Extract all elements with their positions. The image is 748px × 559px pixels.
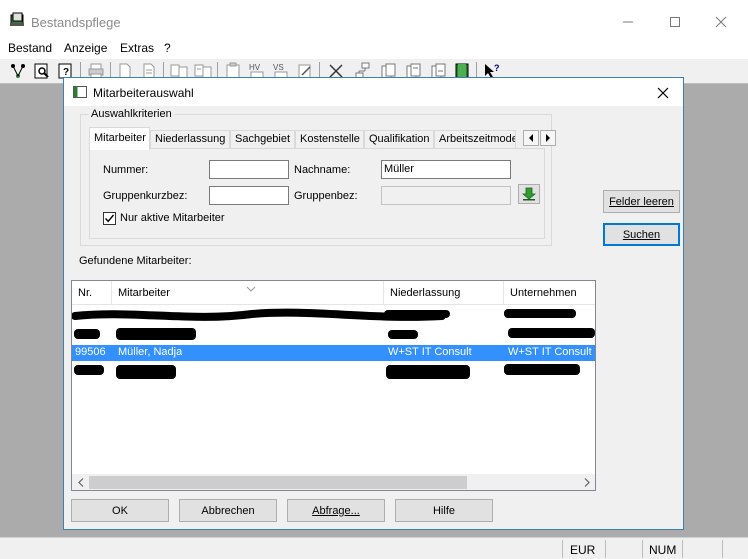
menubar: Bestand Anzeige Extras ? <box>0 37 748 59</box>
tab-niederlassung[interactable]: Niederlassung <box>150 130 230 149</box>
list-header: Nr. Mitarbeiter Niederlassung Unternehme… <box>72 281 595 305</box>
status-divider <box>605 540 606 558</box>
maximize-button[interactable] <box>652 8 698 36</box>
redaction-block <box>504 364 580 375</box>
download-arrow-icon <box>522 187 536 201</box>
search-label: Suchen <box>622 228 661 241</box>
query-button[interactable]: Abfrage... <box>287 499 385 522</box>
clear-fields-label: Felder leeren <box>609 195 674 208</box>
app-title: Bestandspflege <box>31 15 121 30</box>
tab-scroll-right-icon[interactable] <box>540 130 556 146</box>
search-button[interactable]: Suchen <box>603 223 680 246</box>
employee-list[interactable]: Nr. Mitarbeiter Niederlassung Unternehme… <box>71 280 596 491</box>
group-title: Auswahlkriterien <box>89 108 174 120</box>
tab-sachgebiet[interactable]: Sachgebiet <box>230 130 295 149</box>
gruppenbez-input <box>381 186 511 205</box>
tab-panel-mitarbeiter: Nummer: Nachname: Müller Gruppenkurzbez:… <box>89 148 545 239</box>
found-employees-label: Gefundene Mitarbeiter: <box>79 255 192 267</box>
query-label: Abfrage... <box>312 504 360 517</box>
app-icon <box>9 12 25 28</box>
dialog-close-icon[interactable] <box>652 83 674 103</box>
ok-button[interactable]: OK <box>71 499 169 522</box>
active-only-label: Nur aktive Mitarbeiter <box>120 212 225 224</box>
svg-text:?: ? <box>494 63 500 73</box>
cell-unternehmen: W+ST IT Consult <box>508 346 592 358</box>
nummer-input[interactable] <box>209 160 289 179</box>
redaction-block <box>116 328 196 340</box>
checkmark-icon <box>104 214 115 223</box>
employee-selection-dialog: Mitarbeiterauswahl Auswahlkriterien Mita… <box>63 77 684 530</box>
column-header-nr[interactable]: Nr. <box>72 281 112 305</box>
status-divider <box>642 540 643 558</box>
list-row[interactable] <box>72 326 595 342</box>
help-button[interactable]: Hilfe <box>395 499 493 522</box>
gruppenbez-label: Gruppenbez: <box>294 190 358 202</box>
redaction-block <box>508 328 595 338</box>
tab-kostenstelle[interactable]: Kostenstelle <box>295 130 364 149</box>
dialog-title: Mitarbeiterauswahl <box>93 86 194 100</box>
tab-arbeitszeitmodell[interactable]: Arbeitszeitmode <box>434 130 516 149</box>
scrollbar-thumb[interactable] <box>89 476 467 489</box>
tab-qualifikation[interactable]: Qualifikation <box>364 130 434 149</box>
nachname-input[interactable]: Müller <box>381 160 511 179</box>
scroll-left-icon[interactable] <box>72 476 89 489</box>
redaction-block <box>74 329 100 339</box>
dialog-titlebar: Mitarbeiterauswahl <box>64 78 683 106</box>
selection-criteria-group: Auswahlkriterien Mitarbeiter Niederlassu… <box>80 108 556 246</box>
menu-help[interactable]: ? <box>164 41 171 55</box>
status-divider <box>562 540 563 558</box>
redaction-block <box>116 365 176 379</box>
nummer-label: Nummer: <box>103 164 149 176</box>
cell-nr: 99506 <box>75 346 106 358</box>
horizontal-scrollbar[interactable] <box>72 474 595 490</box>
sort-indicator-icon <box>246 281 256 295</box>
list-row[interactable] <box>72 363 595 379</box>
status-divider <box>722 540 723 558</box>
app-titlebar: Bestandspflege <box>0 0 748 42</box>
minimize-button[interactable] <box>605 8 651 36</box>
menu-extras[interactable]: Extras <box>120 41 154 55</box>
redaction-block <box>388 330 418 339</box>
active-only-checkbox[interactable] <box>103 212 116 225</box>
cancel-button[interactable]: Abbrechen <box>179 499 277 522</box>
criteria-tabs: Mitarbeiter Niederlassung Sachgebiet Kos… <box>89 127 556 150</box>
close-button[interactable] <box>698 8 744 36</box>
tab-scroll-left-icon[interactable] <box>523 130 539 146</box>
scroll-right-icon[interactable] <box>578 476 595 489</box>
list-row[interactable] <box>72 308 595 324</box>
column-header-unternehmen[interactable]: Unternehmen <box>504 281 595 305</box>
nachname-label: Nachname: <box>294 164 351 176</box>
preview-icon[interactable] <box>33 62 51 80</box>
tab-mitarbeiter[interactable]: Mitarbeiter <box>89 127 150 150</box>
column-header-niederlassung[interactable]: Niederlassung <box>384 281 504 305</box>
redaction-block <box>384 310 450 318</box>
gruppenkurzbez-label: Gruppenkurzbez: <box>103 190 188 202</box>
clear-fields-button[interactable]: Felder leeren <box>603 190 680 213</box>
group-lookup-button[interactable] <box>518 184 540 204</box>
svg-text:VS: VS <box>273 63 284 72</box>
cell-mitarbeiter: Müller, Nadja <box>118 346 183 358</box>
redaction-block <box>504 309 576 318</box>
network-icon[interactable] <box>9 62 27 80</box>
svg-text:HV: HV <box>249 63 261 72</box>
gruppenkurzbez-input[interactable] <box>209 186 289 205</box>
menu-anzeige[interactable]: Anzeige <box>64 41 107 55</box>
statusbar: EUR NUM <box>0 537 748 559</box>
redaction-block <box>386 365 470 379</box>
menu-bestand[interactable]: Bestand <box>8 41 52 55</box>
list-row-selected[interactable]: 99506 Müller, Nadja W+ST IT Consult W+ST… <box>72 345 595 361</box>
tab-scroll-arrows <box>523 130 557 146</box>
cell-niederlassung: W+ST IT Consult <box>388 346 472 358</box>
status-currency: EUR <box>570 543 596 557</box>
status-divider <box>682 540 683 558</box>
window-icon <box>73 86 87 98</box>
redaction-block <box>74 365 104 375</box>
status-numlock: NUM <box>649 543 677 557</box>
